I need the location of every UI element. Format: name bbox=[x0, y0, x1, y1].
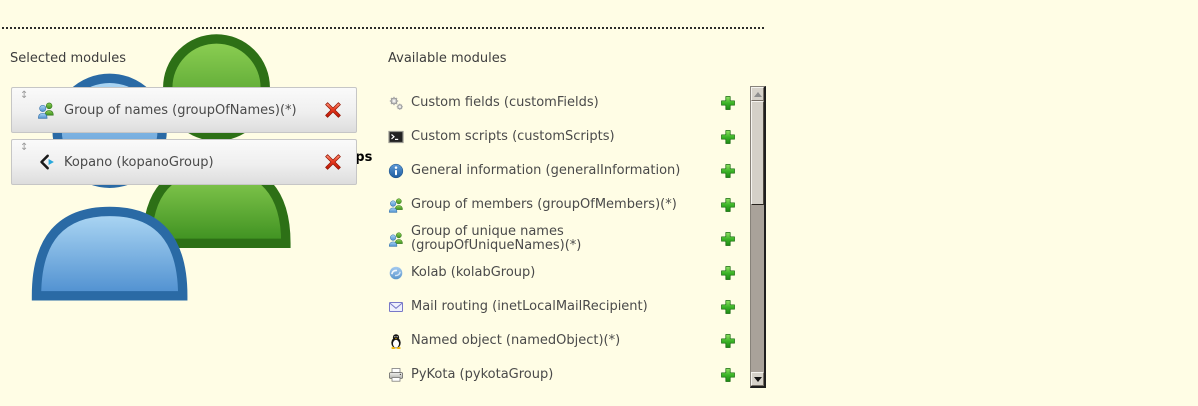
selected-module-row[interactable]: ↕ Kopano (kopanoGroup) bbox=[11, 139, 357, 185]
drag-handle-icon[interactable]: ↕ bbox=[20, 91, 28, 101]
selected-modules-list: ↕ Group of names (groupOfNames)(*) ↕ Kop… bbox=[11, 87, 357, 191]
group-icon bbox=[37, 101, 55, 119]
remove-module-button[interactable] bbox=[324, 101, 342, 119]
add-module-button[interactable] bbox=[720, 265, 736, 281]
add-module-button[interactable] bbox=[720, 333, 736, 349]
drag-handle-icon[interactable]: ↕ bbox=[20, 143, 28, 153]
available-module-row[interactable]: Named object (namedObject)(*) bbox=[388, 324, 750, 358]
green-plus-icon bbox=[720, 163, 736, 179]
scrollbar-thumb[interactable] bbox=[751, 101, 764, 205]
module-label: Named object (namedObject)(*) bbox=[411, 334, 720, 348]
add-module-button[interactable] bbox=[720, 299, 736, 315]
selected-module-row[interactable]: ↕ Group of names (groupOfNames)(*) bbox=[11, 87, 357, 133]
available-modules-scrollbar[interactable] bbox=[750, 86, 766, 388]
kolab-icon bbox=[388, 265, 404, 281]
group-icon bbox=[388, 231, 404, 247]
module-label: Group of names (groupOfNames)(*) bbox=[64, 103, 324, 118]
available-modules-heading: Available modules bbox=[388, 51, 506, 66]
printer-icon bbox=[388, 367, 404, 383]
add-module-button[interactable] bbox=[720, 197, 736, 213]
add-module-button[interactable] bbox=[720, 231, 736, 247]
available-modules-list: Custom fields (customFields) Custom scri… bbox=[388, 86, 750, 392]
scrollbar-track[interactable] bbox=[751, 101, 764, 372]
red-x-icon bbox=[324, 101, 342, 119]
add-module-button[interactable] bbox=[720, 95, 736, 111]
green-plus-icon bbox=[720, 367, 736, 383]
remove-module-button[interactable] bbox=[324, 153, 342, 171]
available-module-row[interactable]: Group of unique names (groupOfUniqueName… bbox=[388, 222, 750, 256]
green-plus-icon bbox=[720, 299, 736, 315]
green-plus-icon bbox=[720, 333, 736, 349]
terminal-icon bbox=[388, 129, 404, 145]
add-module-button[interactable] bbox=[720, 367, 736, 383]
header-divider bbox=[2, 27, 764, 29]
green-plus-icon bbox=[720, 231, 736, 247]
module-label: Mail routing (inetLocalMailRecipient) bbox=[411, 300, 720, 314]
module-label: Group of members (groupOfMembers)(*) bbox=[411, 198, 720, 212]
module-label: PyKota (pykotaGroup) bbox=[411, 368, 720, 382]
module-label: Custom fields (customFields) bbox=[411, 96, 720, 110]
available-module-row[interactable]: General information (generalInformation) bbox=[388, 154, 750, 188]
available-module-row[interactable]: Group of members (groupOfMembers)(*) bbox=[388, 188, 750, 222]
scroll-up-icon bbox=[754, 92, 762, 97]
add-module-button[interactable] bbox=[720, 129, 736, 145]
module-label: Kopano (kopanoGroup) bbox=[64, 155, 324, 170]
add-module-button[interactable] bbox=[720, 163, 736, 179]
scroll-down-button[interactable] bbox=[751, 372, 764, 386]
module-label: Group of unique names (groupOfUniqueName… bbox=[411, 225, 720, 253]
scroll-down-icon bbox=[754, 377, 762, 382]
available-module-row[interactable]: PyKota (pykotaGroup) bbox=[388, 358, 750, 392]
available-module-row[interactable]: Custom scripts (customScripts) bbox=[388, 120, 750, 154]
green-plus-icon bbox=[720, 95, 736, 111]
available-module-row[interactable]: Custom fields (customFields) bbox=[388, 86, 750, 120]
module-label: General information (generalInformation) bbox=[411, 164, 720, 178]
kopano-icon bbox=[37, 153, 55, 171]
green-plus-icon bbox=[720, 197, 736, 213]
info-icon bbox=[388, 163, 404, 179]
module-label: Kolab (kolabGroup) bbox=[411, 266, 720, 280]
red-x-icon bbox=[324, 153, 342, 171]
green-plus-icon bbox=[720, 129, 736, 145]
module-label: Custom scripts (customScripts) bbox=[411, 130, 720, 144]
scroll-up-button[interactable] bbox=[751, 87, 764, 101]
available-module-row[interactable]: Kolab (kolabGroup) bbox=[388, 256, 750, 290]
group-icon bbox=[388, 197, 404, 213]
gears-icon bbox=[388, 95, 404, 111]
green-plus-icon bbox=[720, 265, 736, 281]
available-module-row[interactable]: Mail routing (inetLocalMailRecipient) bbox=[388, 290, 750, 324]
selected-modules-heading: Selected modules bbox=[10, 51, 126, 66]
penguin-icon bbox=[388, 333, 404, 349]
mail-icon bbox=[388, 299, 404, 315]
